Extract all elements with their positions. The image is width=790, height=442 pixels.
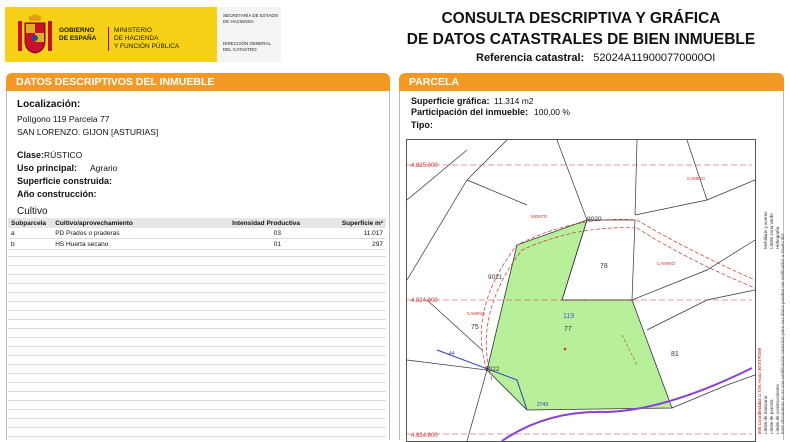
- cell: 11.017: [325, 228, 386, 239]
- legend-mobiliario: Mobiliario y aceras: [763, 211, 768, 249]
- document-title: CONSULTA DESCRIPTIVA Y GRÁFICA DE DATOS …: [406, 10, 756, 48]
- cadastral-map[interactable]: 4.825.000 4.824.900 4.824.800 78 119 77 …: [406, 139, 756, 442]
- parcel-label-78: 78: [600, 263, 608, 270]
- cultivo-title: Cultivo: [17, 206, 48, 217]
- parcel-label-9022: 9022: [485, 366, 500, 373]
- localizacion-line1: Polígono 119 Parcela 77: [17, 114, 110, 124]
- col-superficie: Superficie m²: [325, 218, 386, 228]
- road-label: CAMINO: [687, 176, 705, 181]
- y-label-3: 4.824.800: [411, 433, 438, 439]
- section-header-parcela: PARCELA: [399, 73, 784, 91]
- coords-note: 605 Coordenadas U.T.M. Huso 30 ETRS89: [757, 347, 762, 434]
- spain-coat-of-arms-icon: [18, 14, 52, 54]
- superficie-grafica-label: Superficie gráfica:: [411, 96, 490, 106]
- superficie-grafica-value: 11.314 m2: [494, 96, 534, 106]
- cultivo-table: Subparcela Cultivo/aprovechamiento Inten…: [8, 218, 386, 250]
- legend-zona-verde: Límite zona verde: [769, 213, 774, 249]
- gobierno-label: GOBIERNO DE ESPAÑA: [59, 27, 97, 42]
- parcel-label-44: 44: [449, 351, 455, 357]
- road-label: CAMINO: [657, 261, 675, 266]
- referencia-catastral: Referencia catastral: 52024A119000770000O…: [476, 52, 715, 64]
- parcel-label-75: 75: [471, 324, 479, 331]
- superficie-construida-label: Superficie construida:: [17, 176, 113, 186]
- parcel-label-119: 119: [563, 313, 574, 320]
- parcel-77-shape: [486, 219, 673, 411]
- table-header-row: Subparcela Cultivo/aprovechamiento Inten…: [8, 218, 386, 228]
- direccion-label: DIRECCIÓN GENERAL DEL CATASTRO: [223, 41, 272, 52]
- col-subparcela: Subparcela: [8, 218, 53, 228]
- parcel-label-9020: 9020: [587, 216, 602, 223]
- uso-value: Agrario: [90, 163, 118, 173]
- col-intensidad: Intensidad Productiva: [229, 218, 326, 228]
- localizacion-label: Localización:: [17, 99, 81, 110]
- empty-table-rows: [8, 248, 386, 440]
- section-header-datos: DATOS DESCRIPTIVOS DEL INMUEBLE: [6, 73, 390, 91]
- road-label: MONTE: [531, 214, 547, 219]
- anio-construccion-label: Año construcción:: [17, 189, 97, 199]
- y-label-1: 4.825.000: [411, 163, 438, 169]
- col-cultivo: Cultivo/aprovechamiento: [52, 218, 230, 228]
- cell: PD Prados o praderas: [52, 228, 230, 239]
- parcel-label-77: 77: [564, 326, 572, 333]
- footer-note: Este documento no es una certificación c…: [780, 234, 785, 434]
- parcel-label-2749: 2749: [537, 402, 548, 408]
- map-drawing: 4.825.000 4.824.900 4.824.800 78 119 77 …: [407, 140, 755, 441]
- ref-value: 52024A119000770000OI: [593, 52, 716, 64]
- ref-label: Referencia catastral:: [476, 52, 585, 64]
- road-label: CAMINO: [467, 311, 485, 316]
- table-row: a PD Prados o praderas 03 11.017: [8, 228, 386, 239]
- tipo-label: Tipo:: [411, 120, 433, 130]
- parcel-label-9021: 9021: [488, 274, 503, 281]
- cell: a: [8, 228, 53, 239]
- secretaria-label: SECRETARÍA DE ESTADO DE HACIENDA: [223, 13, 279, 24]
- uso-label: Uso principal:: [17, 163, 78, 173]
- participacion-value: 100,00 %: [534, 107, 570, 117]
- map-legend: 605 Coordenadas U.T.M. Huso 30 ETRS89 Lí…: [756, 139, 785, 440]
- participacion-label: Participación del inmueble:: [411, 107, 529, 117]
- clase-label: Clase:: [17, 150, 45, 160]
- localizacion-line2: SAN LORENZO. GIJON [ASTURIAS]: [17, 127, 159, 137]
- government-logo: GOBIERNO DE ESPAÑA MINISTERIO DE HACIEND…: [5, 7, 217, 62]
- document-header: GOBIERNO DE ESPAÑA MINISTERIO DE HACIEND…: [0, 0, 790, 72]
- parcel-label-81: 81: [671, 351, 679, 358]
- y-label-2: 4.824.900: [411, 298, 438, 304]
- ministerio-label: MINISTERIO DE HACIENDA Y FUNCIÓN PÚBLICA: [108, 27, 179, 51]
- secretaria-box: SECRETARÍA DE ESTADO DE HACIENDA DIRECCI…: [217, 7, 281, 62]
- cell: 03: [229, 228, 326, 239]
- clase-value: RÚSTICO: [44, 150, 83, 160]
